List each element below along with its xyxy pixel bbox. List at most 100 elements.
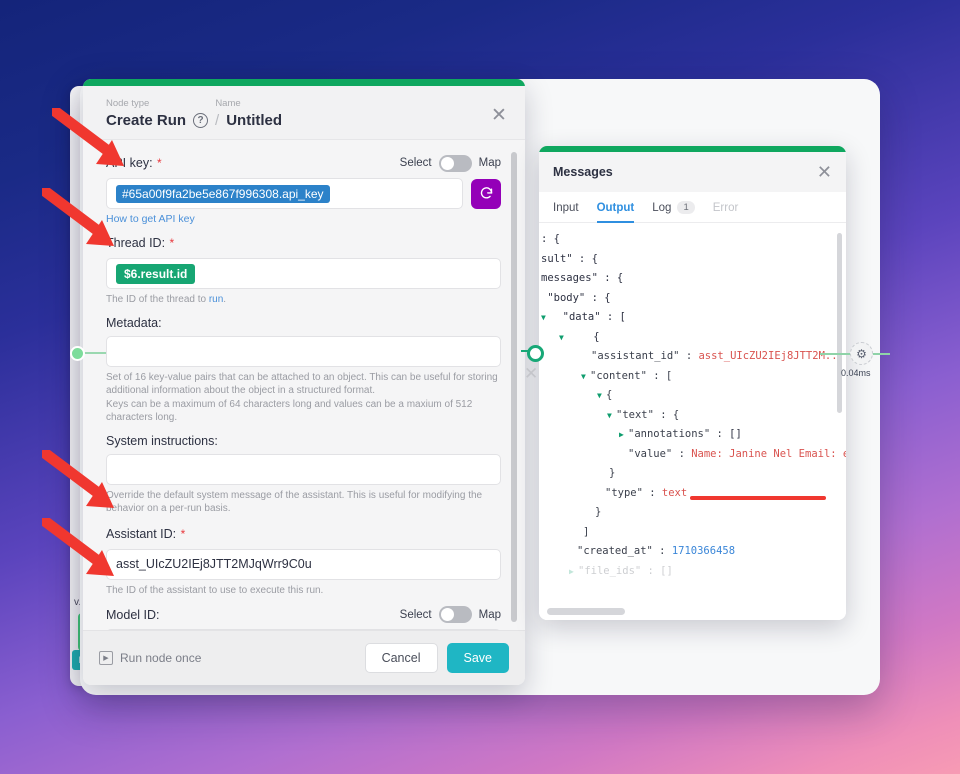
tab-error[interactable]: Error [713, 201, 739, 222]
json-value-assistant-id: asst_UIcZU2IEj8JTT2M... [698, 350, 844, 362]
expand-toggle-icon[interactable]: ▼ [541, 308, 550, 328]
json-line-text: { [568, 330, 600, 343]
json-value-text-value: Name: Janine Nel Email: em [691, 447, 846, 460]
system-instructions-input[interactable] [106, 453, 501, 485]
tab-output[interactable]: Output [596, 201, 635, 223]
system-instructions-hint: Override the default system message of t… [106, 489, 483, 515]
json-line: ▼{ [539, 386, 846, 406]
api-key-help-link[interactable]: How to get API key [106, 213, 501, 225]
assistant-id-input[interactable]: asst_UIcZU2IEj8JTT2MJqWrr9C0u [106, 548, 501, 580]
api-key-select-map-toggle[interactable] [438, 154, 472, 172]
messages-panel: Messages ✕ Input Output Log 1 Error : { … [539, 146, 846, 620]
json-line: } [595, 506, 602, 518]
json-horizontal-scrollbar[interactable] [547, 608, 625, 615]
json-line-text: "data" : [ [550, 311, 626, 323]
json-line: ▶ "annotations" : [] [539, 425, 846, 445]
model-id-select[interactable]: gpt-4-1106-preview gpt-4-1106-preview ▾ [106, 629, 501, 630]
tab-output-label: Output [596, 201, 635, 214]
play-icon: ▶ [99, 651, 113, 665]
json-value-annotations: [] [729, 428, 742, 440]
thread-id-hint-suffix: . [223, 294, 227, 305]
model-id-select-map-toggle[interactable] [438, 606, 472, 623]
field-api-key: API key: * Select Map #65a00f9fa2be5e867… [106, 154, 501, 225]
panel-drag-handle[interactable]: ✕ [524, 364, 538, 384]
json-output-viewer[interactable]: : { sult" : { messages" : { "body" : { ▼… [539, 223, 846, 620]
field-model-id: Model ID: Select Map gpt-4-1106-preview … [106, 606, 501, 630]
json-vertical-scrollbar[interactable] [837, 233, 842, 413]
connector-time-label: 0.04ms [841, 368, 871, 378]
annotation-underline [690, 496, 826, 500]
annotation-arrow-1 [52, 108, 124, 166]
api-key-required-mark: * [157, 156, 162, 170]
canvas-connector-line-left [84, 352, 106, 354]
messages-title: Messages [553, 165, 613, 179]
json-line: ▼ "content" : [ [539, 367, 846, 387]
metadata-label: Metadata: [106, 315, 162, 330]
gear-icon[interactable]: ⚙ [850, 342, 873, 365]
help-icon[interactable]: ? [193, 113, 209, 128]
tab-log[interactable]: Log 1 [652, 201, 695, 222]
tab-log-label: Log [652, 201, 672, 214]
ndv-scrollbar[interactable] [511, 152, 517, 622]
tab-input[interactable]: Input [553, 201, 579, 222]
save-button[interactable]: Save [446, 643, 509, 673]
field-assistant-id: Assistant ID: * asst_UIcZU2IEj8JTT2MJqWr… [106, 525, 501, 598]
node-name-value[interactable]: Untitled [226, 112, 282, 129]
model-id-toggle-select-label: Select [399, 608, 432, 621]
breadcrumb-separator: / [215, 112, 220, 129]
tab-input-label: Input [553, 201, 579, 214]
metadata-hint-2: Keys can be a maximum of 64 characters l… [106, 398, 473, 424]
json-line: ▶ "file_ids" : [] [569, 564, 673, 577]
model-id-label: Model ID: [106, 607, 160, 622]
ndv-header: Node type Name Create Run ? / Untitled ✕ [83, 86, 525, 139]
cancel-button[interactable]: Cancel [364, 643, 438, 673]
json-line: } [609, 467, 616, 479]
expand-toggle-icon[interactable]: ▼ [559, 328, 568, 348]
ndv-accent-bar [83, 79, 525, 86]
annotation-arrow-2 [42, 188, 114, 246]
json-value-created-at: 1710366458 [671, 545, 736, 557]
ndv-footer: ▶ Run node once Cancel Save [83, 630, 525, 685]
canvas-connector-dot-left[interactable] [70, 346, 85, 361]
json-line: ] [583, 525, 590, 538]
api-key-input[interactable]: #65a00f9fa2be5e867f996308.api_key [106, 178, 463, 209]
json-line: ▼ { [539, 328, 846, 348]
assistant-id-hint: The ID of the assistant to use to execut… [106, 584, 324, 596]
json-line: ▼ "text" : { [539, 406, 846, 426]
field-metadata: Metadata: Set of 16 key-value pairs that… [106, 316, 501, 425]
metadata-hint-1: Set of 16 key-value pairs that can be at… [106, 371, 498, 397]
assistant-id-required-mark: * [180, 526, 186, 541]
json-line: "assistant_id" : asst_UIcZU2IEj8JTT2M... [591, 350, 844, 362]
node-name-caption: Name [215, 98, 241, 109]
expand-toggle-icon[interactable]: ▼ [597, 386, 606, 406]
expand-toggle-icon[interactable]: ▼ [607, 406, 616, 426]
thread-id-hint-link[interactable]: run [209, 294, 223, 305]
json-line: "created_at" : 1710366458 [577, 545, 736, 557]
run-node-once-label: Run node once [120, 651, 202, 665]
refresh-icon[interactable] [471, 178, 501, 209]
metadata-input[interactable] [106, 335, 501, 367]
json-line: "value" : Name: Janine Nel Email: em [539, 445, 846, 465]
api-key-toggle-select-label: Select [399, 157, 432, 169]
json-line: "body" : { [541, 291, 611, 304]
thread-id-input[interactable]: $6.result.id [106, 258, 501, 289]
assistant-id-value: asst_UIcZU2IEj8JTT2MJqWrr9C0u [116, 557, 312, 571]
close-icon[interactable]: ✕ [817, 163, 832, 181]
close-icon[interactable]: ✕ [489, 106, 509, 127]
json-line: : { [541, 233, 560, 245]
expand-toggle-icon[interactable]: ▶ [619, 425, 628, 445]
thread-id-hint-prefix: The ID of the thread to [106, 294, 209, 305]
annotation-arrow-3 [42, 450, 114, 508]
run-node-once-button[interactable]: ▶ Run node once [99, 651, 201, 665]
node-detail-panel: Node type Name Create Run ? / Untitled ✕… [83, 79, 525, 685]
thread-id-chip: $6.result.id [116, 263, 196, 284]
expand-toggle-icon[interactable]: ▼ [581, 367, 590, 387]
messages-header: Messages ✕ [539, 152, 846, 192]
json-line: sult" : { [541, 252, 598, 265]
connector-dot-middle[interactable] [527, 345, 544, 362]
api-key-chip: #65a00f9fa2be5e867f996308.api_key [116, 184, 330, 203]
json-line: messages" : { [541, 272, 624, 284]
json-line: "type" : text [605, 486, 688, 499]
messages-tabs: Input Output Log 1 Error [539, 192, 846, 223]
json-line: ▼ "data" : [ [539, 308, 846, 328]
